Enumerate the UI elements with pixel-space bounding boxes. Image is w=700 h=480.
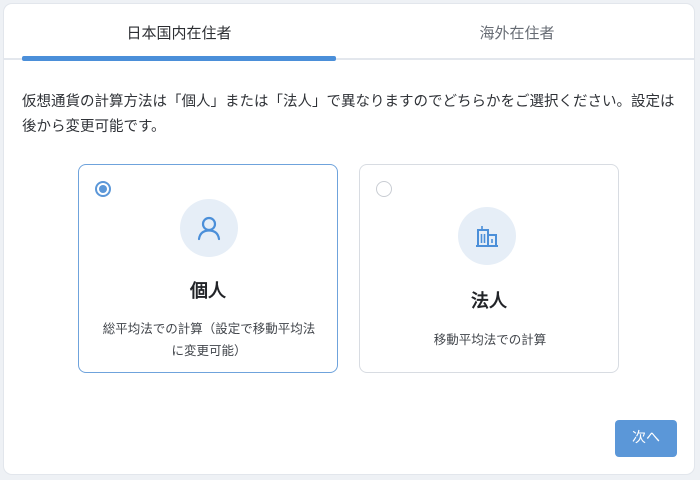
option-card-individual[interactable]: 個人 総平均法での計算（設定で移動平均法に変更可能） xyxy=(78,164,338,373)
tab-domestic[interactable]: 日本国内在住者 xyxy=(22,4,336,58)
calculation-method-description: 仮想通貨の計算方法は「個人」または「法人」で異なりますのでどちらかをご選択くださ… xyxy=(22,94,675,135)
option-title-corporate: 法人 xyxy=(471,291,507,312)
residency-dialog: 日本国内在住者 海外在住者 仮想通貨の計算方法は「個人」または「法人」で異なりま… xyxy=(4,4,694,474)
radio-individual[interactable] xyxy=(95,181,111,197)
radio-corporate[interactable] xyxy=(376,181,392,197)
residency-tabs: 日本国内在住者 海外在住者 xyxy=(4,4,694,61)
building-icon xyxy=(458,207,516,265)
option-desc-individual: 総平均法での計算（設定で移動平均法に変更可能） xyxy=(102,321,316,358)
next-button[interactable]: 次へ xyxy=(615,420,677,457)
active-tab-indicator xyxy=(22,56,336,61)
tab-overseas[interactable]: 海外在住者 xyxy=(360,4,674,58)
option-desc-corporate: 移動平均法での計算 xyxy=(433,332,547,347)
person-icon xyxy=(180,199,238,257)
option-card-corporate[interactable]: 法人 移動平均法での計算 xyxy=(359,164,619,373)
option-title-individual: 個人 xyxy=(190,281,226,302)
